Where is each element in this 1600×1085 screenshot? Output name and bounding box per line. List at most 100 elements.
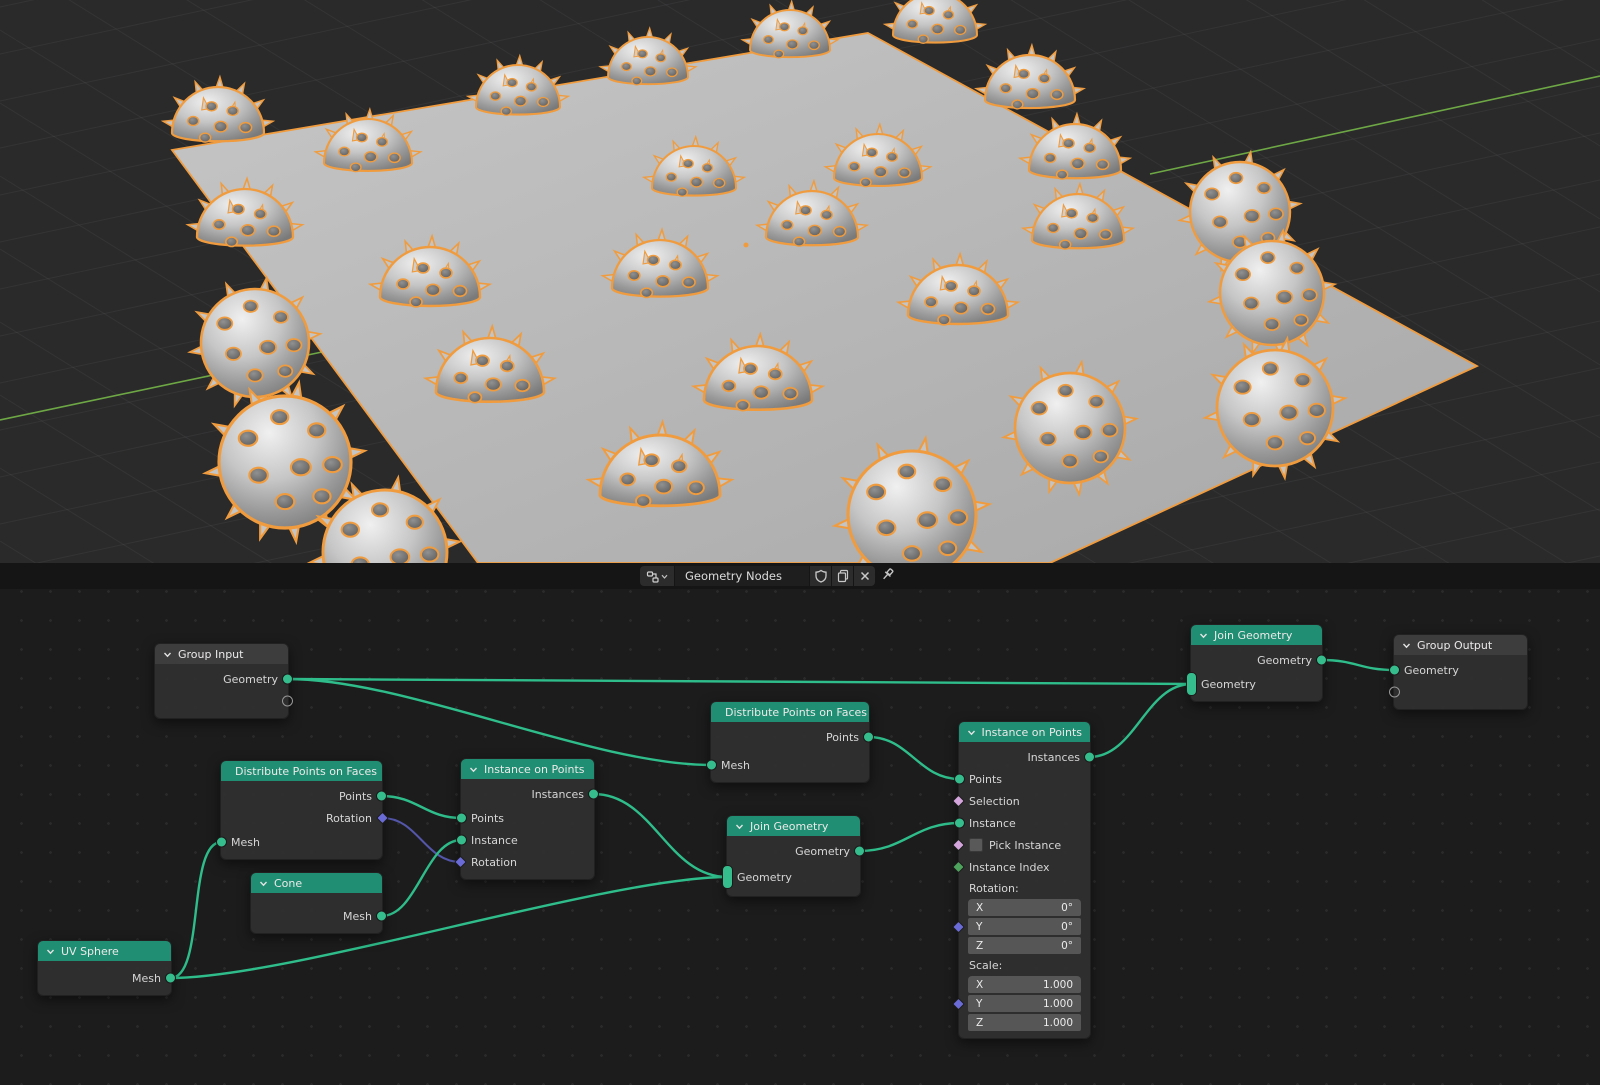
mesh-socket[interactable] xyxy=(165,973,176,984)
socket-label: Points xyxy=(339,790,372,803)
selection-socket[interactable] xyxy=(952,795,965,808)
row-mesh: Mesh xyxy=(711,754,869,776)
rotation-field-z[interactable]: Z0° xyxy=(968,937,1081,954)
mesh-socket[interactable] xyxy=(706,760,717,771)
node-title: Join Geometry xyxy=(750,820,828,833)
node-iop-mid[interactable]: Instance on PointsInstancesPointsInstanc… xyxy=(460,758,595,880)
scale-socket[interactable] xyxy=(952,997,965,1010)
geometry-socket[interactable] xyxy=(1389,665,1400,676)
socket-label: Rotation xyxy=(326,812,372,825)
extend-socket[interactable] xyxy=(282,696,293,707)
row-instance: Instance xyxy=(461,829,594,851)
origin-dot xyxy=(744,243,749,248)
field-value: 1.000 xyxy=(1043,979,1073,991)
mesh-socket[interactable] xyxy=(376,911,387,922)
pin-icon xyxy=(880,567,896,583)
field-value: 1.000 xyxy=(1043,1017,1073,1029)
row-instances: Instances xyxy=(461,783,594,805)
scale-field-y[interactable]: Y 1.000 xyxy=(968,995,1081,1012)
geometry-socket[interactable] xyxy=(1186,672,1197,696)
rotation-field-x[interactable]: X0° xyxy=(968,899,1081,916)
instance-index-socket[interactable] xyxy=(952,861,965,874)
chevron-down-icon[interactable] xyxy=(163,650,172,659)
scale-field-x[interactable]: X1.000 xyxy=(968,976,1081,993)
unlink-button[interactable] xyxy=(854,566,875,586)
chevron-down-icon[interactable] xyxy=(1402,641,1411,650)
socket-label: Geometry xyxy=(223,673,278,686)
node-join-mid[interactable]: Join GeometryGeometryGeometry xyxy=(726,815,861,897)
geometry-socket[interactable] xyxy=(282,674,293,685)
node-link xyxy=(171,842,222,978)
chevron-down-icon[interactable] xyxy=(259,879,268,888)
chevron-down-icon[interactable] xyxy=(46,947,55,956)
row-mesh: Mesh xyxy=(221,831,382,853)
pin-button[interactable] xyxy=(878,567,898,585)
tree-name-input[interactable]: Geometry Nodes xyxy=(675,566,809,586)
fake-user-shield-button[interactable] xyxy=(810,566,831,586)
node-group-output[interactable]: Group Output Geometry xyxy=(1393,634,1528,710)
mesh-socket[interactable] xyxy=(216,837,227,848)
row-geometry: Geometry xyxy=(155,668,288,690)
points-socket[interactable] xyxy=(954,774,965,785)
socket-label: Geometry xyxy=(1201,678,1256,691)
socket-label: Geometry xyxy=(737,871,792,884)
node-join-top[interactable]: Join GeometryGeometryGeometry xyxy=(1190,624,1323,702)
duplicate-data-button[interactable] xyxy=(832,566,853,586)
field-value: 0° xyxy=(1061,940,1073,952)
chevron-down-icon[interactable] xyxy=(967,728,975,737)
row-points: Points xyxy=(959,768,1090,790)
instances-socket[interactable] xyxy=(588,789,599,800)
node-link xyxy=(860,823,960,851)
rotation-field-y[interactable]: Y0° xyxy=(968,918,1081,935)
points-socket[interactable] xyxy=(456,813,467,824)
axis-label: Z xyxy=(976,1017,983,1029)
spiky-instance[interactable] xyxy=(884,0,986,43)
node-iop-right[interactable]: Instance on PointsInstancesPointsSelecti… xyxy=(958,721,1091,1039)
node-dpof-left[interactable]: Distribute Points on FacesPointsRotation… xyxy=(220,760,383,860)
node-editor: Group InputGeometryJoin GeometryGeometry… xyxy=(0,563,1600,1085)
axis-label: Y xyxy=(976,998,982,1010)
node-title: UV Sphere xyxy=(61,945,119,958)
rotation-socket[interactable] xyxy=(952,920,965,933)
chevron-down-icon[interactable] xyxy=(1199,631,1208,640)
row-rotation: Rotation xyxy=(461,851,594,873)
row-instance-index: Instance Index xyxy=(959,856,1090,878)
scale-field-z[interactable]: Z 1.000 xyxy=(968,1014,1081,1031)
field-value: 1.000 xyxy=(1043,998,1073,1010)
pick-instance-socket[interactable] xyxy=(952,839,965,852)
chevron-down-icon[interactable] xyxy=(735,822,744,831)
row-geometry: Geometry xyxy=(1191,673,1322,695)
node-link xyxy=(288,679,1192,684)
nodetree-browse-button[interactable] xyxy=(640,566,674,586)
points-socket[interactable] xyxy=(376,791,387,802)
node-cone[interactable]: ConeMesh xyxy=(250,872,383,934)
geometry-socket[interactable] xyxy=(722,865,733,889)
row-mesh: Mesh xyxy=(38,967,171,989)
copy-icon xyxy=(836,569,850,583)
rotation-socket[interactable] xyxy=(454,856,467,869)
node-link xyxy=(382,796,462,818)
extend-socket[interactable] xyxy=(1389,687,1400,698)
points-socket[interactable] xyxy=(863,732,874,743)
geometry-socket[interactable] xyxy=(854,846,865,857)
instance-socket[interactable] xyxy=(954,818,965,829)
pick-instance-checkbox[interactable] xyxy=(969,838,983,852)
socket-label: Instance Index xyxy=(969,861,1050,874)
node-dpof-top[interactable]: Distribute Points on FacesPointsMesh xyxy=(710,701,870,783)
node-uv-sphere[interactable]: UV Sphere Mesh xyxy=(37,940,172,996)
row-points: Points xyxy=(711,726,869,748)
row-selection: Selection xyxy=(959,790,1090,812)
socket-label: Points xyxy=(969,773,1002,786)
editor-header-bar: Geometry Nodes xyxy=(0,563,1600,589)
node-link xyxy=(594,794,728,877)
extend-row xyxy=(1394,681,1527,703)
node-group-input[interactable]: Group InputGeometry xyxy=(154,643,289,719)
instance-socket[interactable] xyxy=(456,835,467,846)
socket-label: Mesh xyxy=(231,836,260,849)
geometry-socket[interactable] xyxy=(1316,655,1327,666)
node-title: Group Output xyxy=(1417,639,1492,652)
chevron-down-icon[interactable] xyxy=(469,765,478,774)
instances-socket[interactable] xyxy=(1084,752,1095,763)
row-geometry: Geometry xyxy=(1394,659,1527,681)
rotation-socket[interactable] xyxy=(376,812,389,825)
